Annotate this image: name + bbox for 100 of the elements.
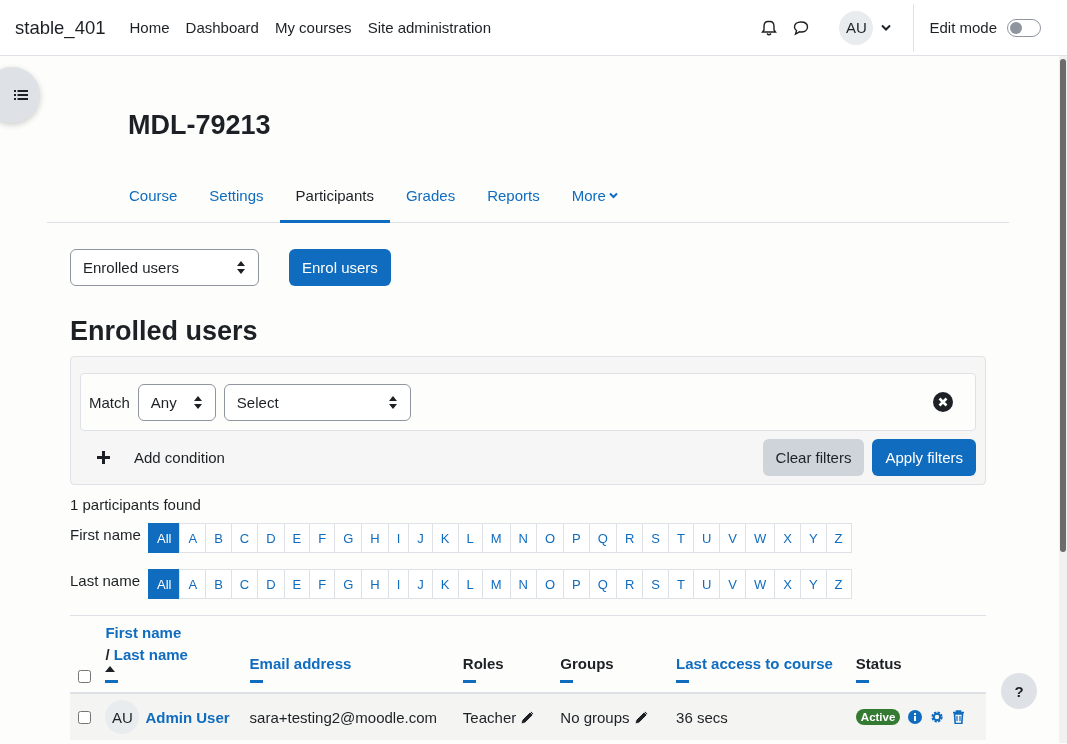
caret-icon[interactable] bbox=[881, 24, 892, 31]
initial-letter[interactable]: D bbox=[257, 569, 285, 599]
info-icon[interactable] bbox=[908, 710, 923, 724]
initial-letter[interactable]: R bbox=[615, 569, 644, 599]
apply-filters-button[interactable]: Apply filters bbox=[872, 439, 976, 476]
initial-letter[interactable]: V bbox=[719, 569, 746, 599]
pencil-icon[interactable] bbox=[633, 709, 649, 725]
chat-bubble-icon[interactable] bbox=[793, 19, 810, 36]
enrolment-select[interactable]: Enrolled users bbox=[70, 249, 259, 286]
minus-icon[interactable] bbox=[462, 680, 476, 683]
match-select[interactable]: Any bbox=[137, 383, 216, 421]
course-tab[interactable]: Reports bbox=[471, 170, 556, 223]
initial-letter[interactable]: H bbox=[361, 523, 389, 553]
column-header: Groups bbox=[560, 655, 614, 672]
enrol-users-button[interactable]: Enrol users bbox=[289, 249, 391, 286]
select-all-checkbox[interactable] bbox=[78, 670, 91, 683]
trash-icon[interactable] bbox=[952, 710, 966, 724]
initial-letter[interactable]: T bbox=[667, 523, 694, 553]
initial-letter[interactable]: C bbox=[230, 523, 259, 553]
initial-letter[interactable]: K bbox=[431, 523, 459, 553]
initial-letter[interactable]: U bbox=[692, 523, 721, 553]
initial-letter[interactable]: U bbox=[692, 569, 721, 599]
minus-icon[interactable] bbox=[676, 680, 690, 683]
initials-label: Last name bbox=[70, 571, 142, 589]
initial-letter[interactable]: A bbox=[179, 523, 207, 553]
edit-mode-toggle[interactable] bbox=[1007, 18, 1041, 37]
initial-letter[interactable]: S bbox=[642, 523, 669, 553]
initial-letter[interactable]: R bbox=[615, 523, 644, 553]
nav-link[interactable]: Home bbox=[129, 19, 170, 36]
scrollbar[interactable] bbox=[1059, 56, 1067, 743]
column-header: Status bbox=[855, 655, 902, 672]
initial-letter[interactable]: H bbox=[361, 569, 389, 599]
course-tab[interactable]: More bbox=[555, 170, 634, 223]
minus-icon[interactable] bbox=[855, 680, 869, 683]
initial-letter[interactable]: A bbox=[179, 569, 207, 599]
pencil-icon[interactable] bbox=[520, 709, 536, 725]
initial-letter[interactable]: Z bbox=[825, 569, 852, 599]
nav-link[interactable]: Site administration bbox=[367, 19, 492, 36]
course-tab[interactable]: Participants bbox=[279, 170, 390, 223]
initial-letter[interactable]: T bbox=[667, 569, 694, 599]
initial-letter[interactable]: P bbox=[563, 523, 590, 553]
initial-letter[interactable]: F bbox=[309, 569, 336, 599]
add-condition-button[interactable]: Add condition bbox=[97, 449, 225, 466]
help-button[interactable]: ? bbox=[1001, 673, 1037, 709]
initial-letter[interactable]: L bbox=[457, 569, 483, 599]
row-checkbox[interactable] bbox=[78, 710, 91, 724]
initial-letter[interactable]: C bbox=[230, 569, 259, 599]
sort-link[interactable]: Email address bbox=[249, 655, 352, 672]
initial-letter[interactable]: N bbox=[509, 523, 537, 553]
drawer-toggle-button[interactable] bbox=[0, 67, 40, 123]
edit-mode-label: Edit mode bbox=[929, 19, 997, 36]
settings-icon[interactable] bbox=[930, 710, 945, 724]
initial-letter[interactable]: B bbox=[205, 523, 232, 553]
user-name-link[interactable]: Admin User bbox=[145, 708, 230, 726]
initial-letter[interactable]: Q bbox=[588, 569, 617, 599]
initial-letter[interactable]: M bbox=[481, 523, 511, 553]
clear-filters-button[interactable]: Clear filters bbox=[762, 439, 865, 476]
course-tab[interactable]: Course bbox=[113, 170, 194, 223]
initial-letter[interactable]: P bbox=[563, 569, 590, 599]
initial-letter[interactable]: All bbox=[148, 569, 181, 599]
initial-letter[interactable]: J bbox=[408, 569, 433, 599]
filter-type-select[interactable]: Select bbox=[223, 383, 411, 421]
initial-letter[interactable]: K bbox=[431, 569, 459, 599]
initial-letter[interactable]: Y bbox=[799, 523, 827, 553]
initial-letter[interactable]: X bbox=[774, 523, 801, 553]
initial-letter[interactable]: G bbox=[334, 523, 363, 553]
bell-icon[interactable] bbox=[761, 19, 778, 36]
sort-ascending-icon[interactable] bbox=[105, 666, 116, 672]
nav-link[interactable]: My courses bbox=[274, 19, 352, 36]
minus-icon[interactable] bbox=[560, 680, 574, 683]
sort-link[interactable]: Last name bbox=[113, 646, 188, 663]
initial-letter[interactable]: F bbox=[309, 523, 336, 553]
initial-letter[interactable]: D bbox=[257, 523, 285, 553]
close-icon[interactable] bbox=[933, 392, 953, 412]
course-tab[interactable]: Settings bbox=[193, 170, 280, 223]
column-header: Roles bbox=[462, 655, 504, 672]
nav-link[interactable]: Dashboard bbox=[185, 19, 259, 36]
initial-letter[interactable]: All bbox=[148, 523, 181, 553]
status-badge: Active bbox=[855, 709, 901, 725]
minus-icon[interactable] bbox=[105, 680, 119, 683]
initial-letter[interactable]: Y bbox=[799, 569, 827, 599]
initial-letter[interactable]: V bbox=[719, 523, 746, 553]
initial-letter[interactable]: L bbox=[457, 523, 483, 553]
course-tab[interactable]: Grades bbox=[389, 170, 472, 223]
site-name[interactable]: stable_401 bbox=[15, 16, 106, 39]
user-avatar[interactable]: AU bbox=[839, 10, 874, 45]
sort-link[interactable]: Last access to course bbox=[676, 655, 833, 672]
initial-letter[interactable]: Q bbox=[588, 523, 617, 553]
initial-letter[interactable]: I bbox=[387, 523, 410, 553]
initial-letter[interactable]: S bbox=[642, 569, 669, 599]
initial-letter[interactable]: B bbox=[205, 569, 232, 599]
initial-letter[interactable]: I bbox=[387, 569, 410, 599]
sort-link[interactable]: First name bbox=[105, 624, 182, 641]
initial-letter[interactable]: N bbox=[509, 569, 537, 599]
initial-letter[interactable]: X bbox=[774, 569, 801, 599]
initial-letter[interactable]: J bbox=[408, 523, 433, 553]
minus-icon[interactable] bbox=[249, 680, 263, 683]
initial-letter[interactable]: Z bbox=[825, 523, 852, 553]
initial-letter[interactable]: M bbox=[481, 569, 511, 599]
initial-letter[interactable]: G bbox=[334, 569, 363, 599]
